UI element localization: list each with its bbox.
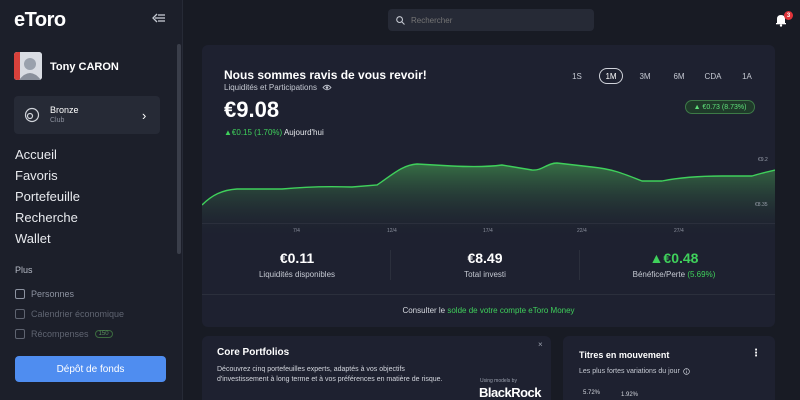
partner-caption: Using models by xyxy=(480,378,517,384)
welcome-heading: Nous sommes ravis de vous revoir! xyxy=(224,68,427,82)
calendar-icon xyxy=(15,309,25,319)
gift-icon xyxy=(15,329,25,339)
movers-subtitle: Les plus fortes variations du jour xyxy=(579,368,690,375)
nav-item-accueil[interactable]: Accueil xyxy=(15,147,57,162)
x-tick: 7/4 xyxy=(293,228,300,234)
stat-profit-label: Bénéfice/Perte (5.69%) xyxy=(579,270,769,279)
club-sub: Club xyxy=(50,117,65,124)
x-tick: 12/4 xyxy=(387,228,397,234)
footer-prefix: Consulter le xyxy=(402,306,448,315)
nav-item-wallet[interactable]: Wallet xyxy=(15,231,51,246)
stat-profit-label-text: Bénéfice/Perte xyxy=(632,270,686,279)
tab-6m[interactable]: 6M xyxy=(662,68,696,84)
stat-cash-label: Liquidités disponibles xyxy=(258,270,336,279)
more-options-icon[interactable]: ⋮ xyxy=(751,348,761,359)
stat-cash-value: €0.11 xyxy=(279,250,315,266)
total-value: €9.08 xyxy=(224,97,280,122)
tab-1a[interactable]: 1A xyxy=(730,68,764,84)
movers-subtitle-text: Les plus fortes variations du jour xyxy=(579,368,680,375)
sub-item-label: Calendrier économique xyxy=(31,309,125,319)
movers-title: Titres en mouvement xyxy=(579,350,670,360)
notification-badge: 3 xyxy=(784,11,793,20)
people-icon xyxy=(15,289,25,299)
more-section-label: Plus xyxy=(15,265,33,275)
sidebar-scrollbar[interactable] xyxy=(177,44,181,254)
daily-change: ▲€0.15 (1.70%) Aujourd'hui xyxy=(224,128,324,137)
club-name: Bronze xyxy=(50,105,79,115)
chevron-right-icon: › xyxy=(142,108,147,123)
stat-profit-pct: (5.69%) xyxy=(687,270,716,279)
search-icon xyxy=(396,15,405,25)
nav-item-favoris[interactable]: Favoris xyxy=(15,168,58,183)
stat-invested: €8.49 Total investi xyxy=(390,250,580,279)
avatar-icon xyxy=(14,52,42,80)
etoro-logo[interactable]: eToro xyxy=(14,9,66,32)
stat-invested-value: €8.49 xyxy=(467,250,503,266)
timeframe-selector: 1S 1M 3M 6M CDA 1A xyxy=(560,68,764,84)
collapse-sidebar-icon[interactable] xyxy=(152,12,166,24)
tab-1s[interactable]: 1S xyxy=(560,68,594,84)
chart-low-label: €8.35 xyxy=(755,202,768,208)
portfolio-chart[interactable] xyxy=(202,145,775,235)
top-bar: 3 xyxy=(183,0,800,40)
liquidity-label-text: Liquidités et Participations xyxy=(224,83,317,92)
tab-3m[interactable]: 3M xyxy=(628,68,662,84)
daily-change-value: ▲€0.15 (1.70%) xyxy=(224,128,283,137)
tab-cda[interactable]: CDA xyxy=(696,68,730,84)
core-portfolios-title: Core Portfolios xyxy=(217,347,290,358)
x-tick: 27/4 xyxy=(674,228,684,234)
period-change-badge: ▲ €0.73 (8.73%) xyxy=(685,100,755,114)
search-box[interactable] xyxy=(388,9,594,31)
sidebar: eToro Tony CARON Bronze Club › Accueil F… xyxy=(0,0,183,400)
liquidity-label: Liquidités et Participations xyxy=(224,83,332,92)
sub-item-personnes[interactable]: Personnes xyxy=(15,289,74,299)
close-icon[interactable]: × xyxy=(538,340,543,349)
mover-value: 5.72% xyxy=(583,390,601,396)
x-tick: 22/4 xyxy=(577,228,587,234)
stat-profit-value: ▲€0.48 xyxy=(649,250,699,266)
footer-link-text[interactable]: solde de votre compte eToro Money xyxy=(447,306,574,315)
tab-1m[interactable]: 1M xyxy=(599,68,623,84)
movers-card: Titres en mouvement ⋮ Les plus fortes va… xyxy=(563,336,775,400)
divider xyxy=(202,223,775,224)
club-card[interactable]: Bronze Club › xyxy=(14,96,160,134)
sub-item-label: Récompenses xyxy=(31,329,89,339)
club-tier-icon xyxy=(24,107,40,123)
blackrock-logo: BlackRock xyxy=(479,385,541,400)
chart-high-label: €9.2 xyxy=(758,157,768,163)
nav-item-recherche[interactable]: Recherche xyxy=(15,210,78,225)
stat-cash: €0.11 Liquidités disponibles xyxy=(202,250,392,279)
x-tick: 17/4 xyxy=(483,228,493,234)
info-icon[interactable] xyxy=(683,368,690,375)
rewards-badge: 150 xyxy=(94,330,113,338)
sub-item-label: Personnes xyxy=(31,289,75,299)
sub-item-recompenses[interactable]: Récompenses 150 xyxy=(15,329,113,339)
eye-icon[interactable] xyxy=(322,84,332,91)
chart-area xyxy=(202,163,775,235)
mover-value: 1.92% xyxy=(621,392,639,398)
deposit-button[interactable]: Dépôt de fonds xyxy=(15,356,166,382)
stat-profit: ▲€0.48 Bénéfice/Perte (5.69%) xyxy=(579,250,769,279)
sub-item-calendrier[interactable]: Calendrier économique xyxy=(15,309,124,319)
stat-invested-label: Total investi xyxy=(464,270,506,279)
search-input[interactable] xyxy=(411,15,581,25)
user-name[interactable]: Tony CARON xyxy=(50,61,119,73)
portfolio-card: Nous sommes ravis de vous revoir! Liquid… xyxy=(202,45,775,327)
daily-change-label: Aujourd'hui xyxy=(282,128,324,137)
nav-item-portefeuille[interactable]: Portefeuille xyxy=(15,189,80,204)
core-portfolios-description: Découvrez cinq portefeuilles experts, ad… xyxy=(217,366,443,383)
divider xyxy=(202,294,775,295)
core-portfolios-card[interactable]: Core Portfolios Découvrez cinq portefeui… xyxy=(202,336,551,400)
avatar[interactable] xyxy=(14,52,42,80)
etoro-money-link[interactable]: Consulter le solde de votre compte eToro… xyxy=(202,306,775,315)
